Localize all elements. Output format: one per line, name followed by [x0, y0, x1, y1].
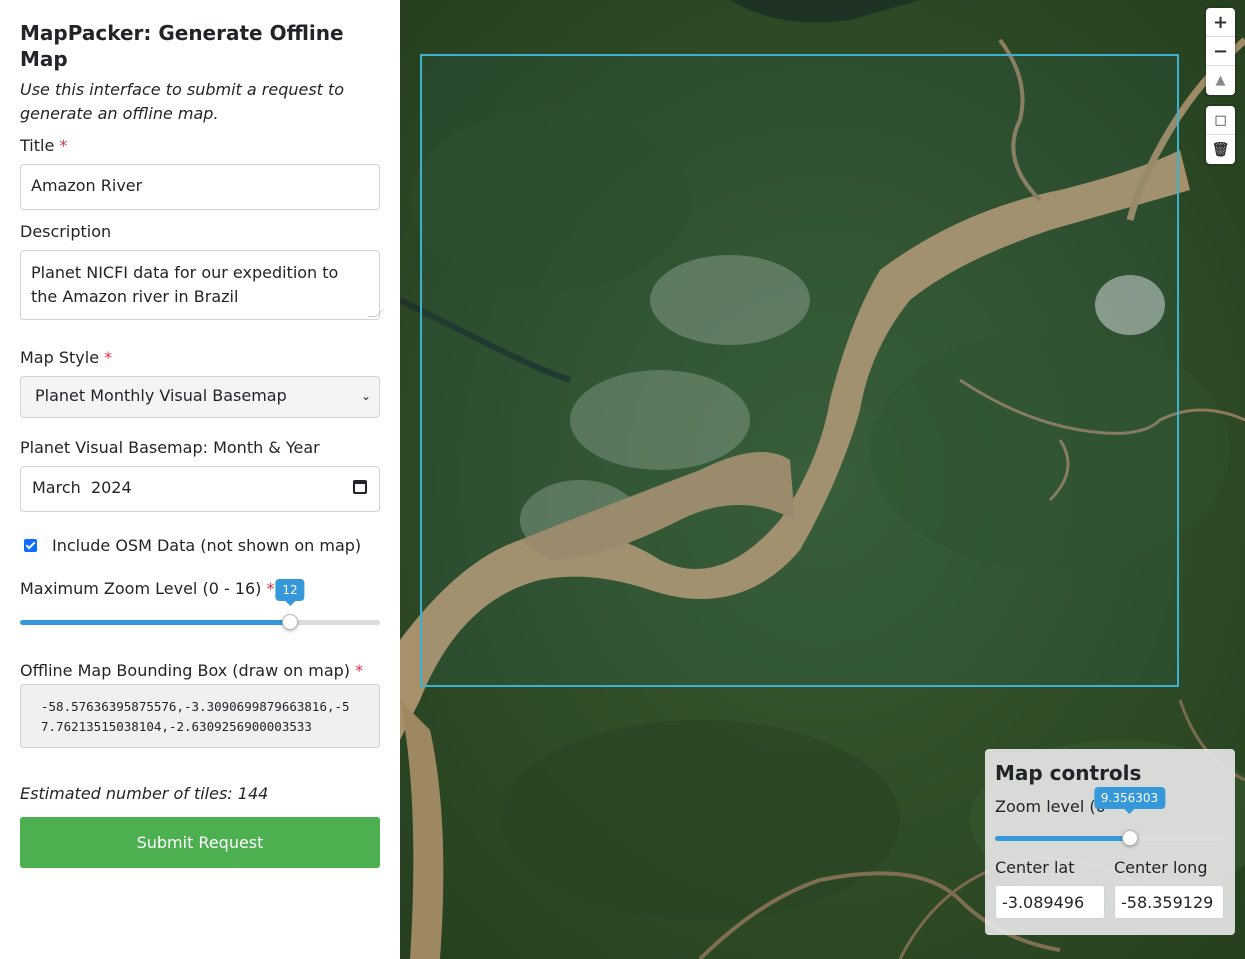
title-label: Title *	[20, 136, 68, 155]
required-marker: *	[59, 136, 68, 155]
required-marker: *	[355, 661, 364, 680]
basemap-date-value: March 2024	[32, 478, 132, 497]
app: MapPacker: Generate Offline Map Use this…	[0, 0, 1245, 959]
basemap-date-label: Planet Visual Basemap: Month & Year	[20, 438, 320, 457]
max-zoom-slider[interactable]: 12	[20, 579, 380, 633]
description-text: Planet NICFI data for our expedition to …	[31, 263, 339, 306]
osm-checkbox-label: Include OSM Data (not shown on map)	[52, 536, 362, 555]
max-zoom-label: Maximum Zoom Level (0 - 16) *	[20, 579, 275, 598]
osm-checkbox-row[interactable]: Include OSM Data (not shown on map)	[20, 536, 380, 555]
center-long-group: Center long -58.359129	[1114, 858, 1224, 919]
center-lat-group: Center lat -3.089496	[995, 858, 1105, 919]
calendar-icon[interactable]	[353, 480, 367, 494]
max-zoom-value-bubble: 12	[275, 579, 305, 606]
page-title: MapPacker: Generate Offline Map	[20, 21, 344, 71]
tile-estimate: Estimated number of tiles: 144	[20, 784, 269, 803]
resize-grip-icon[interactable]	[368, 309, 384, 317]
map-style-value: Planet Monthly Visual Basemap	[35, 386, 287, 405]
page-subtitle: Use this interface to submit a request t…	[20, 80, 345, 123]
center-long-label: Center long	[1114, 858, 1208, 877]
trash-icon[interactable]: 🗑	[1206, 135, 1235, 164]
basemap-date-input[interactable]: March 2024	[20, 466, 380, 512]
compass-icon[interactable]: ▲	[1206, 66, 1235, 95]
center-long-input[interactable]: -58.359129	[1114, 885, 1224, 919]
request-form: MapPacker: Generate Offline Map Use this…	[0, 0, 400, 959]
center-lat-input[interactable]: -3.089496	[995, 885, 1105, 919]
submit-button[interactable]: Submit Request	[20, 817, 380, 868]
osm-checkbox[interactable]	[24, 539, 37, 552]
map-controls-title: Map controls	[995, 761, 1142, 785]
bbox-label: Offline Map Bounding Box (draw on map) *	[20, 661, 364, 680]
center-coordinates-row: Center lat -3.089496 Center long -58.359…	[995, 858, 1225, 919]
navigation-control: + − ▲	[1206, 8, 1235, 95]
slider-fill	[995, 836, 1130, 841]
zoom-level-value-bubble: 9.356303	[1093, 787, 1166, 814]
description-textarea[interactable]: Planet NICFI data for our expedition to …	[20, 250, 384, 320]
bounding-box-rectangle[interactable]	[420, 54, 1179, 687]
map-style-label: Map Style *	[20, 348, 113, 367]
slider-fill	[20, 620, 290, 625]
minus-icon[interactable]: −	[1206, 37, 1235, 66]
map-canvas[interactable]: + − ▲ □ 🗑 Map controls Zoom level (0 9.3…	[400, 0, 1245, 959]
bbox-value: -58.57636395875576,-3.3090699879663816,-…	[20, 684, 380, 748]
required-marker: *	[104, 348, 113, 367]
plus-icon[interactable]: +	[1206, 8, 1235, 37]
zoom-level-slider[interactable]: 9.356303	[995, 787, 1225, 849]
map-style-select[interactable]: Planet Monthly Visual Basemap ⌄	[20, 376, 380, 418]
chevron-down-icon: ⌄	[360, 389, 371, 403]
required-marker: *	[266, 579, 275, 598]
description-label: Description	[20, 222, 112, 241]
draw-rectangle-icon[interactable]: □	[1206, 106, 1235, 135]
center-lat-label: Center lat	[995, 858, 1075, 877]
draw-control: □ 🗑	[1206, 106, 1235, 164]
slider-thumb[interactable]	[282, 614, 298, 630]
map-controls-panel: Map controls Zoom level (0 9.356303 Cent…	[985, 749, 1235, 935]
title-input[interactable]: Amazon River	[20, 164, 380, 210]
slider-thumb[interactable]	[1121, 830, 1138, 846]
